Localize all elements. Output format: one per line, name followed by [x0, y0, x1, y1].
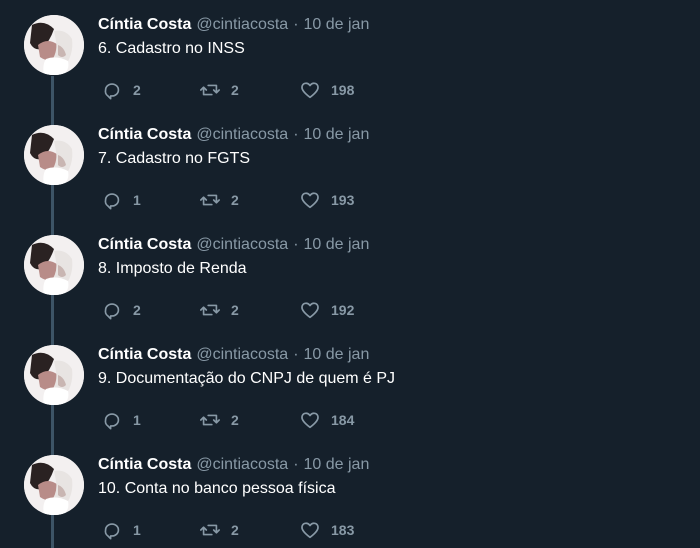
author-name[interactable]: Cíntia Costa — [98, 16, 191, 34]
reply-button[interactable]: 1 — [101, 518, 141, 542]
tweet-date[interactable]: 10 de jan — [304, 236, 370, 254]
retweet-icon — [200, 304, 220, 316]
retweet-count: 2 — [231, 412, 239, 428]
retweet-count: 2 — [231, 82, 239, 98]
retweet-button[interactable]: 2 — [199, 188, 239, 212]
retweet-icon — [200, 524, 220, 536]
reply-count: 1 — [133, 522, 141, 538]
tweet-text: 7. Cadastro no FGTS — [98, 150, 251, 167]
like-button[interactable]: 183 — [299, 518, 354, 542]
author-handle[interactable]: @cintiacosta — [196, 456, 288, 474]
reply-button[interactable]: 2 — [101, 298, 141, 322]
tweet-header: Cíntia Costa @cintiacosta · 10 de jan — [98, 124, 369, 146]
tweet-date[interactable]: 10 de jan — [304, 16, 370, 34]
reply-count: 1 — [133, 192, 141, 208]
like-count: 193 — [331, 192, 355, 208]
like-count: 198 — [331, 82, 355, 98]
tweet-actions: 2 2 198 — [98, 78, 398, 102]
author-handle[interactable]: @cintiacosta — [196, 236, 288, 254]
like-button[interactable]: 192 — [299, 298, 354, 322]
reply-icon — [104, 523, 120, 540]
separator-dot: · — [293, 16, 299, 33]
reply-button[interactable]: 1 — [101, 408, 141, 432]
reply-button[interactable]: 1 — [101, 188, 141, 212]
separator-dot: · — [293, 126, 299, 143]
tweet[interactable]: Cíntia Costa @cintiacosta · 10 de jan 7.… — [0, 110, 700, 220]
reply-count: 1 — [133, 412, 141, 428]
like-count: 184 — [331, 412, 355, 428]
reply-count: 2 — [133, 302, 141, 318]
heart-icon — [301, 192, 319, 209]
author-handle[interactable]: @cintiacosta — [196, 16, 288, 34]
tweet[interactable]: Cíntia Costa @cintiacosta · 10 de jan 6.… — [0, 0, 700, 110]
tweet-actions: 1 2 183 — [98, 518, 398, 542]
retweet-count: 2 — [231, 302, 239, 318]
heart-icon — [301, 412, 319, 429]
reply-icon — [104, 413, 120, 430]
tweet-actions: 2 2 192 — [98, 298, 398, 322]
like-button[interactable]: 198 — [299, 78, 354, 102]
tweet-date[interactable]: 10 de jan — [304, 346, 370, 364]
retweet-icon — [200, 414, 220, 426]
retweet-icon — [200, 194, 220, 206]
tweet-date[interactable]: 10 de jan — [304, 456, 370, 474]
tweet-thread: Cíntia Costa @cintiacosta · 10 de jan 6.… — [0, 0, 700, 548]
tweet-header: Cíntia Costa @cintiacosta · 10 de jan — [98, 344, 369, 366]
reply-count: 2 — [133, 82, 141, 98]
heart-icon — [301, 522, 319, 539]
author-name[interactable]: Cíntia Costa — [98, 456, 191, 474]
avatar[interactable] — [24, 345, 84, 405]
tweet-text: 9. Documentação do CNPJ de quem é PJ — [98, 370, 396, 387]
tweet-actions: 1 2 193 — [98, 188, 398, 212]
tweet-date[interactable]: 10 de jan — [304, 126, 370, 144]
like-button[interactable]: 193 — [299, 188, 354, 212]
avatar[interactable] — [24, 15, 84, 75]
retweet-icon — [200, 84, 220, 96]
tweet[interactable]: Cíntia Costa @cintiacosta · 10 de jan 10… — [0, 440, 700, 548]
tweet-header: Cíntia Costa @cintiacosta · 10 de jan — [98, 234, 369, 256]
separator-dot: · — [293, 346, 299, 363]
reply-icon — [104, 303, 120, 320]
tweet-header: Cíntia Costa @cintiacosta · 10 de jan — [98, 14, 369, 36]
heart-icon — [301, 82, 319, 99]
retweet-button[interactable]: 2 — [199, 78, 239, 102]
like-count: 192 — [331, 302, 355, 318]
separator-dot: · — [293, 456, 299, 473]
tweet-header: Cíntia Costa @cintiacosta · 10 de jan — [98, 454, 369, 476]
retweet-count: 2 — [231, 192, 239, 208]
author-handle[interactable]: @cintiacosta — [196, 346, 288, 364]
retweet-button[interactable]: 2 — [199, 518, 239, 542]
tweet-text: 10. Conta no banco pessoa física — [98, 480, 336, 497]
retweet-button[interactable]: 2 — [199, 298, 239, 322]
author-name[interactable]: Cíntia Costa — [98, 126, 191, 144]
retweet-button[interactable]: 2 — [199, 408, 239, 432]
heart-icon — [301, 302, 319, 319]
retweet-count: 2 — [231, 522, 239, 538]
reply-icon — [104, 193, 120, 210]
tweet[interactable]: Cíntia Costa @cintiacosta · 10 de jan 9.… — [0, 330, 700, 440]
tweet[interactable]: Cíntia Costa @cintiacosta · 10 de jan 8.… — [0, 220, 700, 330]
separator-dot: · — [293, 236, 299, 253]
avatar[interactable] — [24, 235, 84, 295]
tweet-text: 6. Cadastro no INSS — [98, 40, 245, 57]
like-count: 183 — [331, 522, 355, 538]
tweet-text: 8. Imposto de Renda — [98, 260, 247, 277]
avatar[interactable] — [24, 455, 84, 515]
author-name[interactable]: Cíntia Costa — [98, 346, 191, 364]
like-button[interactable]: 184 — [299, 408, 354, 432]
avatar[interactable] — [24, 125, 84, 185]
reply-icon — [104, 83, 120, 100]
author-name[interactable]: Cíntia Costa — [98, 236, 191, 254]
tweet-actions: 1 2 184 — [98, 408, 398, 432]
author-handle[interactable]: @cintiacosta — [196, 126, 288, 144]
reply-button[interactable]: 2 — [101, 78, 141, 102]
